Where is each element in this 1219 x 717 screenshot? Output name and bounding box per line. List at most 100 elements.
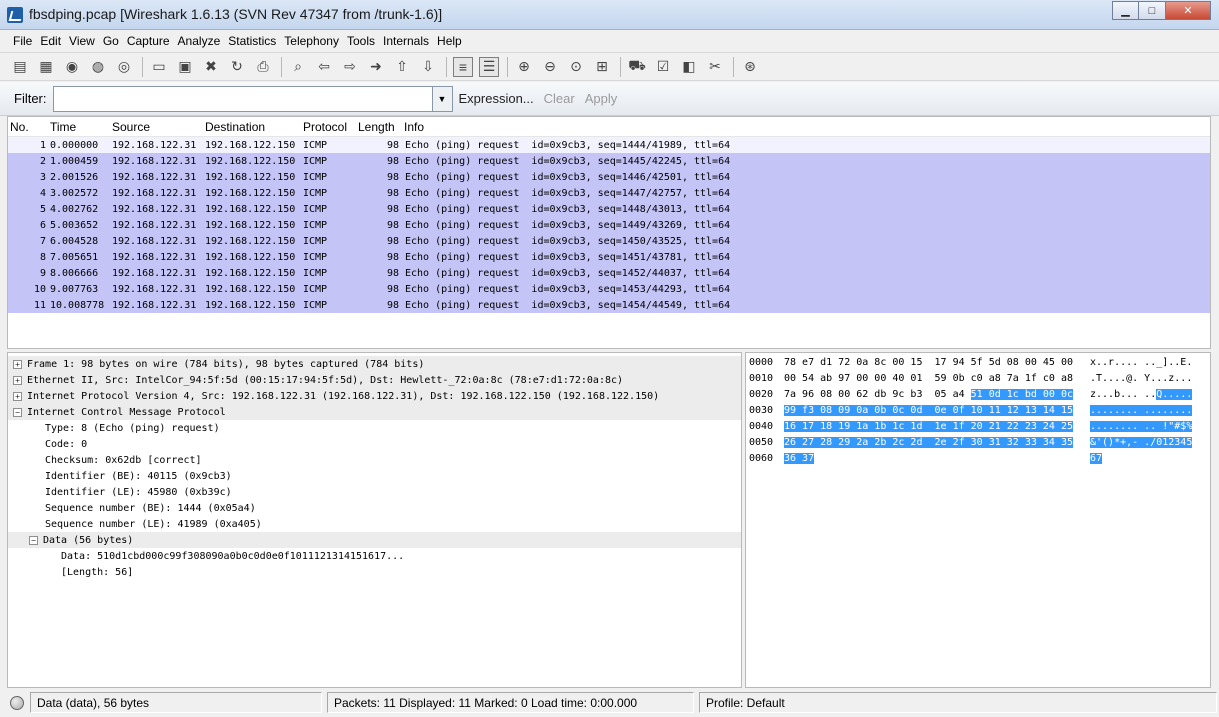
packet-row[interactable]: 4 3.002572 192.168.122.31 192.168.122.150 IC…: [8, 185, 1210, 201]
packet-row[interactable]: 1 0.000000 192.168.122.31 192.168.122.150 IC…: [8, 137, 1210, 153]
tree-node-ethernet[interactable]: + Ethernet II, Src: IntelCor_94:5f:5d (0…: [8, 372, 741, 388]
hex-bytes[interactable]: 7a 96 08 00 62 db 9c b3 05 a4 51 0d 1c b…: [784, 389, 1073, 400]
icmp-field[interactable]: Type: 8 (Echo (ping) request): [8, 420, 741, 436]
packet-protocol-cell: ICMP: [303, 267, 328, 279]
hex-bytes[interactable]: 00 54 ab 97 00 00 40 01 59 0b c0 a8 7a 1…: [784, 373, 1073, 384]
packet-row[interactable]: 2 1.000459 192.168.122.31 192.168.122.150 IC…: [8, 153, 1210, 169]
find-packet-icon[interactable]: ⌕: [288, 57, 308, 77]
hex-ascii[interactable]: &'()*+,- ./012345: [1090, 437, 1193, 448]
menu-edit[interactable]: Edit: [37, 34, 64, 48]
go-back-icon[interactable]: ⇦: [314, 57, 334, 77]
stop-capture-icon[interactable]: ◍: [88, 57, 108, 77]
capture-options-icon[interactable]: ▦: [36, 57, 56, 77]
tree-node-data[interactable]: − Data (56 bytes): [8, 532, 741, 548]
go-to-packet-icon[interactable]: ➜: [366, 57, 386, 77]
menu-capture[interactable]: Capture: [124, 34, 173, 48]
collapse-toggle-icon[interactable]: −: [13, 407, 22, 417]
column-header-info[interactable]: Info: [402, 117, 426, 136]
maximize-button[interactable]: □: [1139, 1, 1166, 20]
display-filters-icon[interactable]: ☑: [653, 57, 673, 77]
expression-button[interactable]: Expression...: [459, 91, 534, 106]
close-file-icon[interactable]: ✖: [201, 57, 221, 77]
column-header-length[interactable]: Length: [356, 117, 402, 136]
hex-bytes[interactable]: 78 e7 d1 72 0a 8c 00 15 17 94 5f 5d 08 0…: [784, 357, 1073, 368]
icmp-field[interactable]: Identifier (BE): 40115 (0x9cb3): [8, 468, 741, 484]
column-header-source[interactable]: Source: [110, 117, 203, 136]
go-forward-icon[interactable]: ⇨: [340, 57, 360, 77]
icmp-field[interactable]: Identifier (LE): 45980 (0xb39c): [8, 484, 741, 500]
expand-toggle-icon[interactable]: +: [13, 375, 22, 385]
packet-row[interactable]: 10 9.007763 192.168.122.31 192.168.122.150 I…: [8, 281, 1210, 297]
menu-analyze[interactable]: Analyze: [175, 34, 224, 48]
hex-bytes[interactable]: 36 37: [784, 453, 815, 464]
autoscroll-icon[interactable]: ☰: [479, 56, 499, 77]
apply-button[interactable]: Apply: [585, 91, 618, 106]
packet-row[interactable]: 11 10.008778 192.168.122.31 192.168.122.150…: [8, 297, 1210, 313]
go-last-icon[interactable]: ⇩: [418, 57, 438, 77]
clear-button[interactable]: Clear: [544, 91, 575, 106]
go-first-icon[interactable]: ⇧: [392, 57, 412, 77]
packet-row[interactable]: 3 2.001526 192.168.122.31 192.168.122.150 IC…: [8, 169, 1210, 185]
tree-node-icmp[interactable]: − Internet Control Message Protocol: [8, 404, 741, 420]
hex-ascii[interactable]: 67: [1090, 453, 1103, 464]
close-button[interactable]: ✕: [1166, 1, 1211, 20]
zoom-out-icon[interactable]: ⊖: [540, 57, 560, 77]
hex-ascii[interactable]: ........ ........: [1090, 405, 1193, 416]
packet-row[interactable]: 5 4.002762 192.168.122.31 192.168.122.150 IC…: [8, 201, 1210, 217]
icmp-field[interactable]: Code: 0: [8, 436, 741, 452]
help-icon[interactable]: ⊛: [740, 57, 760, 77]
filter-dropdown-button[interactable]: ▼: [432, 85, 453, 112]
menu-help[interactable]: Help: [434, 34, 465, 48]
hex-ascii[interactable]: ........ .. !"#$%: [1090, 421, 1193, 432]
menu-statistics[interactable]: Statistics: [225, 34, 279, 48]
resize-columns-icon[interactable]: ⊞: [592, 57, 612, 77]
tree-node-ipv4[interactable]: + Internet Protocol Version 4, Src: 192.…: [8, 388, 741, 404]
zoom-in-icon[interactable]: ⊕: [514, 57, 534, 77]
capture-filters-icon[interactable]: ⛟: [627, 57, 647, 77]
expand-toggle-icon[interactable]: +: [13, 391, 22, 401]
icmp-field[interactable]: Sequence number (BE): 1444 (0x05a4): [8, 500, 741, 516]
column-header-time[interactable]: Time: [48, 117, 110, 136]
hex-ascii[interactable]: z...b... ..Q.....: [1090, 389, 1193, 400]
packet-row[interactable]: 9 8.006666 192.168.122.31 192.168.122.150 IC…: [8, 265, 1210, 281]
column-header-protocol[interactable]: Protocol: [301, 117, 356, 136]
reload-icon[interactable]: ↻: [227, 57, 247, 77]
expand-toggle-icon[interactable]: +: [13, 359, 22, 369]
open-file-icon[interactable]: ▭: [149, 57, 169, 77]
menu-view[interactable]: View: [66, 34, 98, 48]
tree-node-frame[interactable]: + Frame 1: 98 bytes on wire (784 bits), …: [8, 356, 741, 372]
menu-go[interactable]: Go: [100, 34, 122, 48]
normal-size-icon[interactable]: ⊙: [566, 57, 586, 77]
menu-tools[interactable]: Tools: [344, 34, 378, 48]
packet-row[interactable]: 6 5.003652 192.168.122.31 192.168.122.150 IC…: [8, 217, 1210, 233]
hex-bytes[interactable]: 99 f3 08 09 0a 0b 0c 0d 0e 0f 10 11 12 1…: [784, 405, 1073, 416]
hex-ascii[interactable]: x..r.... .._]..E.: [1090, 357, 1192, 368]
hex-bytes[interactable]: 26 27 28 29 2a 2b 2c 2d 2e 2f 30 31 32 3…: [784, 437, 1073, 448]
restart-capture-icon[interactable]: ◎: [114, 57, 134, 77]
expert-info-icon[interactable]: [10, 695, 24, 710]
packet-row[interactable]: 8 7.005651 192.168.122.31 192.168.122.150 IC…: [8, 249, 1210, 265]
start-capture-icon[interactable]: ◉: [62, 57, 82, 77]
collapse-toggle-icon[interactable]: −: [29, 535, 38, 545]
data-field[interactable]: Data: 510d1cbd000c99f308090a0b0c0d0e0f10…: [8, 548, 741, 564]
filter-input[interactable]: [52, 85, 433, 112]
icmp-field[interactable]: Checksum: 0x62db [correct]: [8, 452, 741, 468]
menu-telephony[interactable]: Telephony: [281, 34, 342, 48]
data-field[interactable]: [Length: 56]: [8, 564, 741, 580]
minimize-button[interactable]: ▁: [1112, 1, 1139, 20]
menu-file[interactable]: File: [10, 34, 35, 48]
preferences-icon[interactable]: ✂: [705, 57, 725, 77]
status-profile[interactable]: Profile: Default: [699, 692, 1217, 713]
coloring-rules-icon[interactable]: ◧: [679, 57, 699, 77]
hex-ascii[interactable]: .T....@. Y...z...: [1090, 373, 1192, 384]
print-icon[interactable]: ⎙: [253, 57, 273, 77]
colorize-icon[interactable]: ≡: [453, 56, 473, 77]
column-header-destination[interactable]: Destination: [203, 117, 301, 136]
column-header-no[interactable]: No.: [8, 117, 48, 136]
packet-row[interactable]: 7 6.004528 192.168.122.31 192.168.122.150 IC…: [8, 233, 1210, 249]
hex-bytes[interactable]: 16 17 18 19 1a 1b 1c 1d 1e 1f 20 21 22 2…: [784, 421, 1073, 432]
menu-internals[interactable]: Internals: [380, 34, 432, 48]
save-file-icon[interactable]: ▣: [175, 57, 195, 77]
interface-list-icon[interactable]: ▤: [10, 57, 30, 77]
icmp-field[interactable]: Sequence number (LE): 41989 (0xa405): [8, 516, 741, 532]
